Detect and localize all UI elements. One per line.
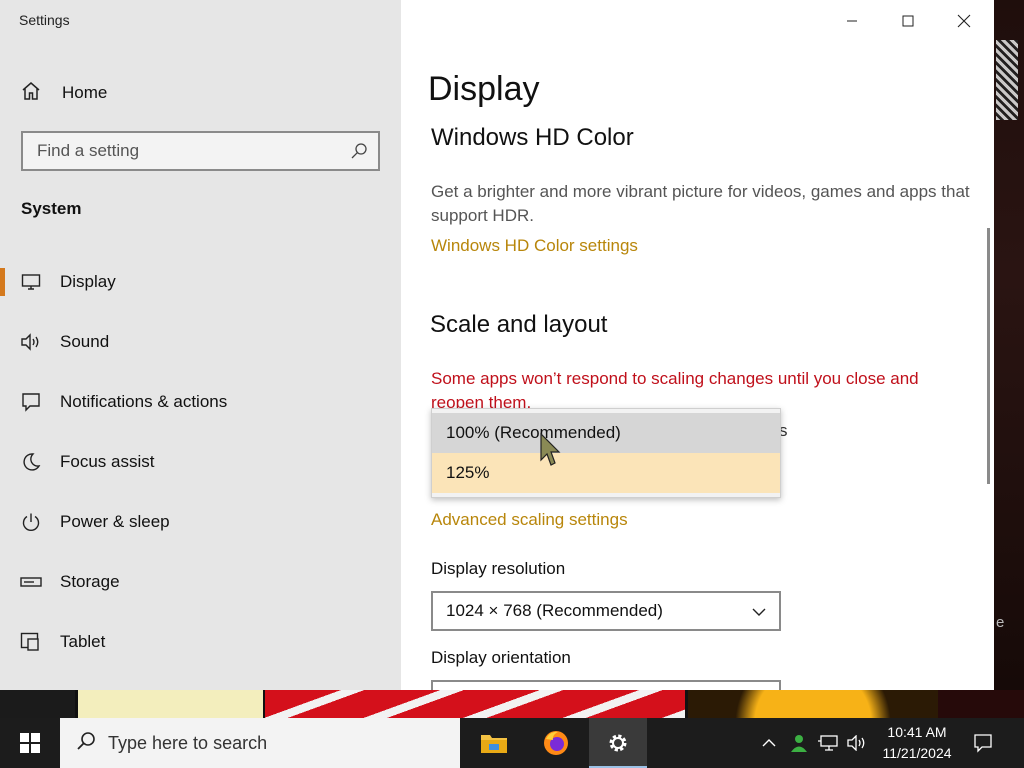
sidebar-item-tablet[interactable]: Tablet xyxy=(0,612,401,672)
sidebar-item-label: Storage xyxy=(60,572,120,591)
desktop-wallpaper-bottom xyxy=(0,690,1024,718)
scale-option-100[interactable]: 100% (Recommended) xyxy=(432,413,780,453)
advanced-scaling-link[interactable]: Advanced scaling settings xyxy=(431,510,628,530)
wallpaper-segment xyxy=(75,690,263,718)
sidebar-item-label: Display xyxy=(60,272,116,291)
firefox-icon xyxy=(544,731,568,755)
network-icon xyxy=(818,735,838,751)
search-icon[interactable] xyxy=(350,142,368,165)
sidebar-item-label: Power & sleep xyxy=(60,512,170,531)
hd-color-settings-link[interactable]: Windows HD Color settings xyxy=(431,236,638,256)
start-button[interactable] xyxy=(0,718,60,768)
sidebar-item-power-sleep[interactable]: Power & sleep xyxy=(0,492,401,552)
desktop-wallpaper-right: e xyxy=(994,0,1024,690)
taskbar: Type here to search 10:41 AM 11/21/2024 xyxy=(0,718,1024,768)
maximize-button[interactable] xyxy=(880,0,936,42)
taskbar-search-box[interactable]: Type here to search xyxy=(60,718,460,768)
tray-user-icon-button[interactable] xyxy=(787,718,811,768)
main-content: Display Windows HD Color Get a brighter … xyxy=(401,0,994,690)
taskbar-clock[interactable]: 10:41 AM 11/21/2024 xyxy=(874,722,960,764)
close-button[interactable] xyxy=(936,0,992,42)
minimize-button[interactable] xyxy=(824,0,880,42)
clock-date: 11/21/2024 xyxy=(882,745,952,761)
resolution-value: 1024 × 768 (Recommended) xyxy=(446,601,663,620)
sidebar-item-label: Tablet xyxy=(60,632,106,651)
taskbar-firefox[interactable] xyxy=(527,718,585,768)
sidebar-item-notifications[interactable]: Notifications & actions xyxy=(0,372,401,432)
scrollbar[interactable] xyxy=(987,228,990,484)
show-hidden-icons-button[interactable] xyxy=(758,718,780,768)
volume-icon xyxy=(847,735,865,751)
sidebar: Settings Home System Display xyxy=(0,0,401,690)
resolution-dropdown[interactable]: 1024 × 768 (Recommended) xyxy=(431,591,781,631)
maximize-icon xyxy=(902,15,914,27)
chevron-down-icon xyxy=(751,604,767,624)
monitor-icon xyxy=(20,271,42,293)
find-setting-search[interactable] xyxy=(21,131,380,171)
hd-color-description: Get a brighter and more vibrant picture … xyxy=(431,182,970,225)
resolution-label: Display resolution xyxy=(431,559,566,578)
taskbar-file-explorer[interactable] xyxy=(465,718,523,768)
scale-layout-heading: Scale and layout xyxy=(430,311,608,338)
storage-icon xyxy=(20,571,42,593)
speaker-icon xyxy=(20,331,42,353)
clock-time: 10:41 AM xyxy=(887,724,947,740)
volume-button[interactable] xyxy=(845,718,869,768)
wallpaper-segment xyxy=(688,690,938,718)
minimize-icon xyxy=(847,20,857,22)
wallpaper-pattern xyxy=(996,40,1018,120)
wallpaper-segment xyxy=(938,690,1024,718)
sidebar-item-focus-assist[interactable]: Focus assist xyxy=(0,432,401,492)
sidebar-item-sound[interactable]: Sound xyxy=(0,312,401,372)
windows-logo-icon xyxy=(20,733,40,753)
sidebar-item-label: Notifications & actions xyxy=(60,392,228,411)
sidebar-nav: Display Sound Notifications & actions Fo… xyxy=(0,252,401,672)
mouse-cursor-icon xyxy=(539,432,561,473)
close-icon xyxy=(957,14,971,28)
home-nav-item[interactable]: Home xyxy=(20,80,107,106)
home-icon xyxy=(20,80,62,107)
orientation-label: Display orientation xyxy=(431,648,571,667)
tablet-icon xyxy=(20,631,42,653)
notification-icon xyxy=(20,391,42,413)
wallpaper-segment xyxy=(265,690,685,718)
settings-window: Settings Home System Display xyxy=(0,0,994,690)
wallpaper-segment xyxy=(0,690,75,718)
search-input[interactable] xyxy=(23,133,343,169)
chevron-up-icon xyxy=(762,739,776,747)
home-label: Home xyxy=(62,83,108,102)
taskbar-settings[interactable] xyxy=(589,718,647,768)
orientation-dropdown[interactable] xyxy=(431,680,781,690)
sidebar-item-storage[interactable]: Storage xyxy=(0,552,401,612)
page-title: Display xyxy=(428,70,540,108)
sidebar-item-label: Sound xyxy=(60,332,110,351)
scale-option-125[interactable]: 125% xyxy=(432,453,780,493)
moon-icon xyxy=(20,451,42,473)
sidebar-item-display[interactable]: Display xyxy=(0,252,401,312)
person-icon xyxy=(791,735,807,752)
scale-dropdown-list[interactable]: 100% (Recommended) 125% xyxy=(431,408,781,498)
search-icon xyxy=(76,731,96,756)
file-explorer-icon xyxy=(481,735,507,753)
action-center-button[interactable] xyxy=(968,718,998,768)
settings-gear-icon xyxy=(609,734,627,752)
section-title: System xyxy=(21,199,82,218)
power-icon xyxy=(20,511,42,533)
sidebar-item-label: Focus assist xyxy=(60,452,155,471)
taskbar-search-placeholder: Type here to search xyxy=(108,732,268,753)
desktop-edge-text: e xyxy=(996,614,1005,631)
action-center-icon xyxy=(974,734,992,753)
hd-color-heading: Windows HD Color xyxy=(431,124,634,151)
window-title: Settings xyxy=(19,12,70,28)
network-button[interactable] xyxy=(815,718,841,768)
